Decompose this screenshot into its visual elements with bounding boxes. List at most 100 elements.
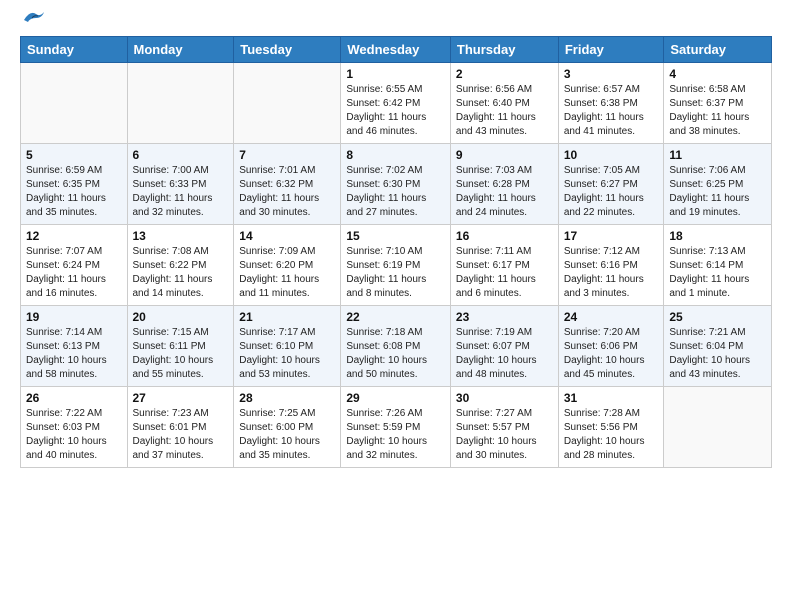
weekday-header-wednesday: Wednesday [341,37,451,63]
day-number: 7 [239,148,335,162]
day-info: Sunrise: 7:26 AM Sunset: 5:59 PM Dayligh… [346,407,445,463]
calendar-cell: 22 Sunrise: 7:18 AM Sunset: 6:08 PM Dayli… [341,306,451,387]
day-info: Sunrise: 7:25 AM Sunset: 6:00 PM Dayligh… [239,407,335,463]
day-number: 20 [133,310,229,324]
day-info: Sunrise: 7:09 AM Sunset: 6:20 PM Dayligh… [239,245,335,301]
calendar-cell: 18 Sunrise: 7:13 AM Sunset: 6:14 PM Dayli… [664,225,772,306]
calendar-cell: 30 Sunrise: 7:27 AM Sunset: 5:57 PM Dayli… [450,387,558,468]
calendar-cell: 14 Sunrise: 7:09 AM Sunset: 6:20 PM Dayli… [234,225,341,306]
day-info: Sunrise: 7:17 AM Sunset: 6:10 PM Dayligh… [239,326,335,382]
day-info: Sunrise: 7:12 AM Sunset: 6:16 PM Dayligh… [564,245,659,301]
day-number: 11 [669,148,766,162]
day-info: Sunrise: 7:15 AM Sunset: 6:11 PM Dayligh… [133,326,229,382]
calendar-cell: 26Sunrise: 7:22 AM Sunset: 6:03 PM Dayli… [21,387,128,468]
day-number: 15 [346,229,445,243]
header [20,16,772,24]
weekday-header-friday: Friday [558,37,664,63]
day-number: 23 [456,310,553,324]
day-number: 31 [564,391,659,405]
day-number: 28 [239,391,335,405]
weekday-header-tuesday: Tuesday [234,37,341,63]
day-info: Sunrise: 7:11 AM Sunset: 6:17 PM Dayligh… [456,245,553,301]
calendar-cell: 7 Sunrise: 7:01 AM Sunset: 6:32 PM Daylig… [234,144,341,225]
day-info: Sunrise: 6:57 AM Sunset: 6:38 PM Dayligh… [564,83,659,139]
day-number: 2 [456,67,553,81]
calendar-cell: 2 Sunrise: 6:56 AM Sunset: 6:40 PM Daylig… [450,63,558,144]
day-info: Sunrise: 7:22 AM Sunset: 6:03 PM Dayligh… [26,407,122,463]
calendar-cell: 16 Sunrise: 7:11 AM Sunset: 6:17 PM Dayli… [450,225,558,306]
day-info: Sunrise: 7:06 AM Sunset: 6:25 PM Dayligh… [669,164,766,220]
day-number: 9 [456,148,553,162]
day-info: Sunrise: 7:18 AM Sunset: 6:08 PM Dayligh… [346,326,445,382]
day-number: 24 [564,310,659,324]
day-number: 3 [564,67,659,81]
calendar-cell: 8 Sunrise: 7:02 AM Sunset: 6:30 PM Daylig… [341,144,451,225]
calendar-cell: 6Sunrise: 7:00 AM Sunset: 6:33 PM Daylig… [127,144,234,225]
day-info: Sunrise: 7:19 AM Sunset: 6:07 PM Dayligh… [456,326,553,382]
day-info: Sunrise: 7:10 AM Sunset: 6:19 PM Dayligh… [346,245,445,301]
calendar-cell: 23 Sunrise: 7:19 AM Sunset: 6:07 PM Dayli… [450,306,558,387]
calendar-cell: 9 Sunrise: 7:03 AM Sunset: 6:28 PM Daylig… [450,144,558,225]
day-number: 14 [239,229,335,243]
calendar-cell: 11 Sunrise: 7:06 AM Sunset: 6:25 PM Dayli… [664,144,772,225]
calendar-cell: 28 Sunrise: 7:25 AM Sunset: 6:00 PM Dayli… [234,387,341,468]
calendar-cell: 4 Sunrise: 6:58 AM Sunset: 6:37 PM Daylig… [664,63,772,144]
day-info: Sunrise: 7:07 AM Sunset: 6:24 PM Dayligh… [26,245,122,301]
day-info: Sunrise: 7:21 AM Sunset: 6:04 PM Dayligh… [669,326,766,382]
day-number: 19 [26,310,122,324]
day-number: 29 [346,391,445,405]
calendar-cell: 29 Sunrise: 7:26 AM Sunset: 5:59 PM Dayli… [341,387,451,468]
day-info: Sunrise: 7:03 AM Sunset: 6:28 PM Dayligh… [456,164,553,220]
day-info: Sunrise: 6:55 AM Sunset: 6:42 PM Dayligh… [346,83,445,139]
calendar-cell: 27 Sunrise: 7:23 AM Sunset: 6:01 PM Dayli… [127,387,234,468]
weekday-header-sunday: Sunday [21,37,128,63]
day-number: 13 [133,229,229,243]
weekday-header-row: SundayMondayTuesdayWednesdayThursdayFrid… [21,37,772,63]
day-info: Sunrise: 7:13 AM Sunset: 6:14 PM Dayligh… [669,245,766,301]
day-number: 8 [346,148,445,162]
day-number: 18 [669,229,766,243]
logo-bird-icon [22,8,44,24]
calendar-cell: 31Sunrise: 7:28 AM Sunset: 5:56 PM Dayli… [558,387,664,468]
day-number: 30 [456,391,553,405]
calendar-week-row: 5Sunrise: 6:59 AM Sunset: 6:35 PM Daylig… [21,144,772,225]
day-number: 1 [346,67,445,81]
day-info: Sunrise: 7:08 AM Sunset: 6:22 PM Dayligh… [133,245,229,301]
calendar-cell [21,63,128,144]
calendar-cell: 25 Sunrise: 7:21 AM Sunset: 6:04 PM Dayli… [664,306,772,387]
calendar-week-row: 19Sunrise: 7:14 AM Sunset: 6:13 PM Dayli… [21,306,772,387]
weekday-header-saturday: Saturday [664,37,772,63]
day-info: Sunrise: 7:00 AM Sunset: 6:33 PM Dayligh… [133,164,229,220]
day-number: 27 [133,391,229,405]
calendar-week-row: 1 Sunrise: 6:55 AM Sunset: 6:42 PM Daylig… [21,63,772,144]
day-info: Sunrise: 6:56 AM Sunset: 6:40 PM Dayligh… [456,83,553,139]
day-number: 16 [456,229,553,243]
calendar-cell: 3 Sunrise: 6:57 AM Sunset: 6:38 PM Daylig… [558,63,664,144]
weekday-header-monday: Monday [127,37,234,63]
day-number: 4 [669,67,766,81]
calendar-week-row: 12 Sunrise: 7:07 AM Sunset: 6:24 PM Dayli… [21,225,772,306]
day-info: Sunrise: 7:27 AM Sunset: 5:57 PM Dayligh… [456,407,553,463]
calendar-cell: 10Sunrise: 7:05 AM Sunset: 6:27 PM Dayli… [558,144,664,225]
day-number: 21 [239,310,335,324]
calendar-cell: 1 Sunrise: 6:55 AM Sunset: 6:42 PM Daylig… [341,63,451,144]
calendar-cell: 12 Sunrise: 7:07 AM Sunset: 6:24 PM Dayli… [21,225,128,306]
day-number: 17 [564,229,659,243]
calendar-table: SundayMondayTuesdayWednesdayThursdayFrid… [20,36,772,468]
day-info: Sunrise: 7:23 AM Sunset: 6:01 PM Dayligh… [133,407,229,463]
calendar-cell [664,387,772,468]
calendar-cell: 21 Sunrise: 7:17 AM Sunset: 6:10 PM Dayli… [234,306,341,387]
day-number: 10 [564,148,659,162]
calendar-cell: 15 Sunrise: 7:10 AM Sunset: 6:19 PM Dayli… [341,225,451,306]
calendar-cell: 19Sunrise: 7:14 AM Sunset: 6:13 PM Dayli… [21,306,128,387]
calendar-cell [127,63,234,144]
day-info: Sunrise: 7:02 AM Sunset: 6:30 PM Dayligh… [346,164,445,220]
calendar-cell: 5Sunrise: 6:59 AM Sunset: 6:35 PM Daylig… [21,144,128,225]
day-number: 25 [669,310,766,324]
day-info: Sunrise: 7:01 AM Sunset: 6:32 PM Dayligh… [239,164,335,220]
day-number: 12 [26,229,122,243]
page-container: SundayMondayTuesdayWednesdayThursdayFrid… [0,0,792,484]
day-info: Sunrise: 6:58 AM Sunset: 6:37 PM Dayligh… [669,83,766,139]
day-number: 22 [346,310,445,324]
calendar-cell: 17 Sunrise: 7:12 AM Sunset: 6:16 PM Dayli… [558,225,664,306]
